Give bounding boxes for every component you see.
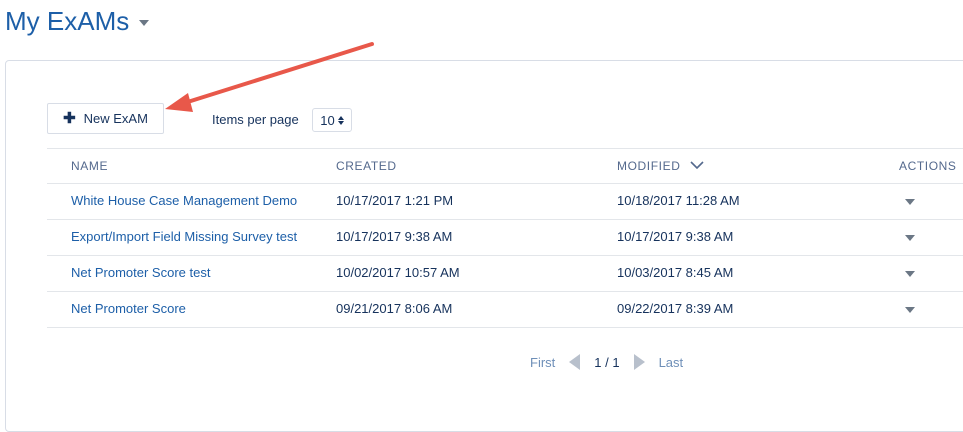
column-header-modified-label: MODIFIED (617, 159, 681, 173)
next-page-icon[interactable] (633, 354, 645, 370)
table-row: Export/Import Field Missing Survey test … (47, 220, 963, 256)
column-header-actions: ACTIONS (899, 159, 957, 173)
column-header-name[interactable]: NAME (71, 149, 108, 183)
column-header-created[interactable]: CREATED (336, 149, 397, 183)
row-actions-dropdown-icon[interactable] (905, 307, 915, 313)
first-page-link[interactable]: First (530, 355, 555, 370)
table-row: White House Case Management Demo 10/17/2… (47, 184, 963, 220)
exam-name-link[interactable]: Net Promoter Score test (71, 256, 210, 290)
created-date: 10/17/2017 9:38 AM (336, 229, 453, 244)
modified-date: 10/17/2017 9:38 AM (617, 229, 734, 244)
created-date: 09/21/2017 8:06 AM (336, 301, 453, 316)
exam-name-link[interactable]: Net Promoter Score (71, 292, 186, 326)
page-title-text: My ExAMs (5, 6, 130, 36)
items-per-page-value: 10 (320, 112, 335, 128)
updown-arrows-icon (337, 115, 344, 125)
sort-descending-icon (690, 161, 704, 169)
created-date: 10/17/2017 1:21 PM (336, 193, 454, 208)
table-row: Net Promoter Score test 10/02/2017 10:57… (47, 256, 963, 292)
modified-date: 10/03/2017 8:45 AM (617, 265, 734, 280)
exam-name-link[interactable]: Export/Import Field Missing Survey test (71, 220, 297, 254)
exam-name-link[interactable]: White House Case Management Demo (71, 184, 297, 218)
table-row: Net Promoter Score 09/21/2017 8:06 AM 09… (47, 292, 963, 328)
modified-date: 09/22/2017 8:39 AM (617, 301, 734, 316)
row-actions-dropdown-icon[interactable] (905, 271, 915, 277)
exams-table: NAME CREATED MODIFIED ACTIONS White Hous… (47, 148, 963, 328)
pagination: First 1 / 1 Last (530, 352, 683, 372)
items-per-page-label: Items per page (212, 112, 299, 127)
row-actions-dropdown-icon[interactable] (905, 235, 915, 241)
created-date: 10/02/2017 10:57 AM (336, 265, 460, 280)
items-per-page-select[interactable]: 10 (312, 108, 352, 132)
title-dropdown-icon[interactable] (139, 20, 150, 26)
page-title: My ExAMs (5, 4, 150, 38)
new-exam-button[interactable]: ✚ New ExAM (47, 103, 164, 134)
previous-page-icon[interactable] (569, 354, 581, 370)
last-page-link[interactable]: Last (659, 355, 684, 370)
column-header-modified[interactable]: MODIFIED (617, 149, 704, 183)
table-header: NAME CREATED MODIFIED ACTIONS (47, 148, 963, 184)
page-indicator: 1 / 1 (594, 354, 620, 370)
new-exam-label: New ExAM (83, 111, 148, 126)
plus-icon: ✚ (63, 110, 76, 127)
row-actions-dropdown-icon[interactable] (905, 199, 915, 205)
modified-date: 10/18/2017 11:28 AM (617, 193, 740, 208)
